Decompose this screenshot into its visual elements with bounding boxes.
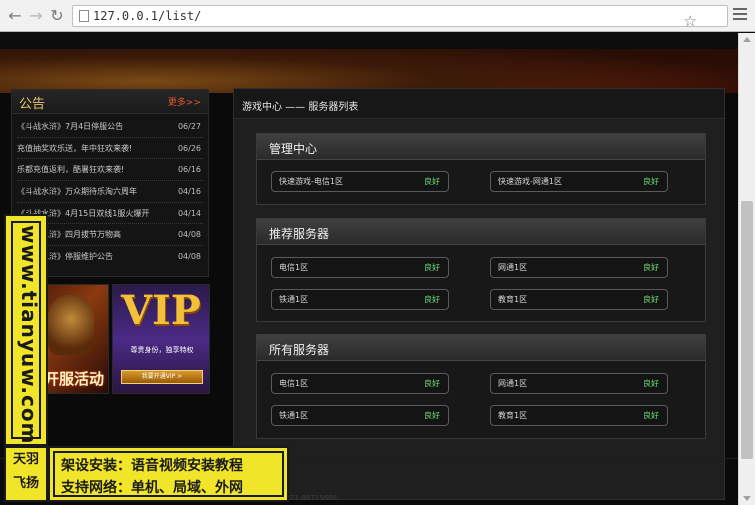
section-management: 管理中心 快速游戏-电信1区 良好 快速游戏-网通1区 良好 — [256, 133, 706, 205]
watermark-line-2: 支持网络：单机、局域、外网 — [61, 480, 243, 496]
server-name: 网通1区 — [498, 379, 528, 388]
reload-icon[interactable]: ↻ — [48, 7, 66, 25]
scroll-down-icon[interactable] — [743, 496, 751, 501]
browser-toolbar: ← → ↻ 127.0.0.1/list/ ☆ — [0, 0, 755, 32]
watermark-logo: 天羽 飞扬 — [4, 446, 48, 502]
hero-figure — [48, 295, 94, 355]
bookmark-star-icon[interactable]: ☆ — [684, 12, 697, 30]
notice-item[interactable]: 充值抽奖欢乐送，年中狂欢来袭! 06/26 — [17, 138, 203, 160]
url-text[interactable]: 127.0.0.1/list/ — [93, 9, 201, 23]
notice-item-date: 04/16 — [177, 187, 201, 197]
server-name: 铁通1区 — [279, 295, 309, 304]
server-status: 良好 — [424, 263, 440, 272]
watermark-logo-bottom: 飞扬 — [12, 476, 39, 491]
section-title: 所有服务器 — [269, 343, 330, 357]
forward-icon[interactable]: → — [27, 7, 45, 25]
notice-item-text[interactable]: 《斗战水浒》万众期待乐淘六周年 — [17, 187, 137, 196]
notice-item-text[interactable]: 乐都充值返利，酷暑狂欢来袭! — [17, 165, 124, 174]
vip-title: VIP — [121, 287, 201, 334]
section-header: 管理中心 — [257, 134, 705, 160]
notice-more-link[interactable]: 更多>> — [168, 95, 201, 108]
server-button[interactable]: 铁通1区 良好 — [271, 289, 449, 310]
menu-icon[interactable] — [733, 8, 747, 23]
server-status: 良好 — [424, 379, 440, 388]
server-button[interactable]: 网通1区 良好 — [490, 373, 668, 394]
server-status: 良好 — [643, 295, 659, 304]
server-list-panel: 游戏中心 —— 服务器列表 管理中心 快速游戏-电信1区 良好 快速游戏-网通1… — [233, 88, 725, 500]
watermark-site: www.tianyuw.com — [4, 214, 48, 446]
watermark-line-1: 架设安装：语音视频安装教程 — [61, 458, 243, 474]
page-content: 公告 更多>> 《斗战水浒》7月4日停服公告 06/27 充值抽奖欢乐送，年中狂欢… — [0, 33, 738, 505]
server-list-header: 游戏中心 —— 服务器列表 — [234, 89, 724, 119]
section-header: 所有服务器 — [257, 335, 705, 361]
section-all-servers: 所有服务器 电信1区 良好 网通1区 良好 铁通1区 良好 教育1区 良好 — [256, 334, 706, 439]
server-name: 铁通1区 — [279, 411, 309, 420]
section-header: 推荐服务器 — [257, 219, 705, 245]
vip-promo[interactable]: VIP 尊贵身份，独享特权 我要开通VIP > — [112, 284, 210, 394]
section-recommended: 推荐服务器 电信1区 良好 网通1区 良好 铁通1区 良好 教育1区 良好 — [256, 218, 706, 322]
promo-label: 开服活动 — [43, 370, 104, 388]
server-button[interactable]: 教育1区 良好 — [490, 405, 668, 426]
server-name: 电信1区 — [279, 263, 309, 272]
vip-subtitle: 尊贵身份，独享特权 — [130, 346, 194, 354]
notice-item-date: 06/26 — [177, 143, 201, 153]
notice-title: 公告 — [19, 97, 46, 112]
server-status: 良好 — [643, 263, 659, 272]
address-bar[interactable]: 127.0.0.1/list/ ☆ — [72, 5, 728, 30]
server-button[interactable]: 网通1区 良好 — [490, 257, 668, 278]
server-status: 良好 — [643, 379, 659, 388]
page-scrollbar[interactable] — [738, 33, 755, 505]
open-vip-button[interactable]: 我要开通VIP > — [121, 370, 203, 384]
notice-item-date: 04/08 — [177, 252, 201, 262]
notice-item[interactable]: 乐都充值返利，酷暑狂欢来袭! 06/16 — [17, 159, 203, 182]
watermark-site-text: www.tianyuw.com — [17, 225, 41, 445]
scrollbar-thumb[interactable] — [741, 201, 753, 459]
server-name: 教育1区 — [498, 295, 528, 304]
section-title: 管理中心 — [269, 142, 318, 156]
server-button[interactable]: 铁通1区 良好 — [271, 405, 449, 426]
watermark-banner-frame: 架设安装：语音视频安装教程 支持网络：单机、局域、外网 — [53, 451, 284, 497]
section-title: 推荐服务器 — [269, 227, 330, 241]
watermark-logo-top: 天羽 — [12, 452, 39, 467]
notice-header: 公告 更多>> — [12, 90, 208, 114]
server-name: 网通1区 — [498, 263, 528, 272]
server-button[interactable]: 电信1区 良好 — [271, 257, 449, 278]
notice-item-date: 04/14 — [177, 208, 201, 218]
server-status: 良好 — [424, 177, 440, 186]
server-name: 电信1区 — [279, 379, 309, 388]
server-button[interactable]: 快速游戏-电信1区 良好 — [271, 171, 449, 192]
server-status: 良好 — [643, 411, 659, 420]
server-button[interactable]: 电信1区 良好 — [271, 373, 449, 394]
notice-item[interactable]: 《斗战水浒》7月4日停服公告 06/27 — [17, 116, 203, 138]
server-button[interactable]: 教育1区 良好 — [490, 289, 668, 310]
server-name: 教育1区 — [498, 411, 528, 420]
scroll-up-icon[interactable] — [743, 37, 751, 42]
notice-item-text[interactable]: 《斗战水浒》7月4日停服公告 — [17, 122, 123, 131]
server-status: 良好 — [424, 295, 440, 304]
notice-item[interactable]: 《斗战水浒》万众期待乐淘六周年 04/16 — [17, 181, 203, 203]
server-name: 快速游戏-电信1区 — [279, 177, 343, 186]
banner-top-strip — [0, 33, 738, 49]
notice-item-date: 04/08 — [177, 230, 201, 240]
server-button[interactable]: 快速游戏-网通1区 良好 — [490, 171, 668, 192]
notice-item-date: 06/16 — [177, 165, 201, 175]
watermark-frame: www.tianyuw.com — [11, 221, 41, 444]
notice-item-date: 06/27 — [177, 122, 201, 131]
server-name: 快速游戏-网通1区 — [498, 177, 562, 186]
notice-item-text[interactable]: 充值抽奖欢乐送，年中狂欢来袭! — [17, 144, 132, 153]
server-status: 良好 — [643, 177, 659, 186]
watermark-banner: 架设安装：语音视频安装教程 支持网络：单机、局域、外网 — [48, 446, 289, 502]
page-icon — [79, 10, 89, 22]
server-status: 良好 — [424, 411, 440, 420]
page-title: 游戏中心 —— 服务器列表 — [242, 102, 359, 113]
back-icon[interactable]: ← — [6, 7, 24, 25]
